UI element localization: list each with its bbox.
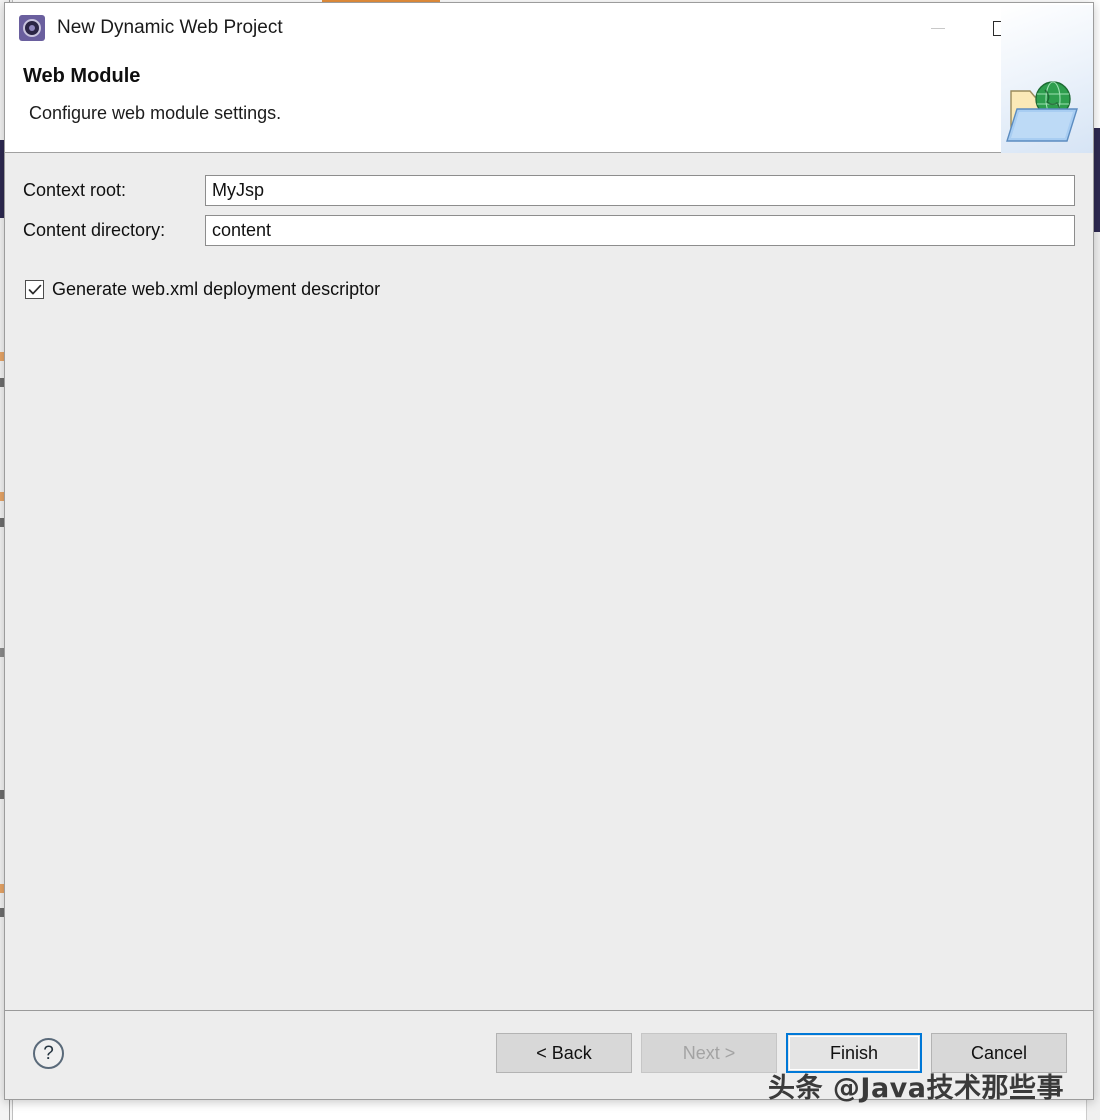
cancel-button[interactable]: Cancel <box>931 1033 1067 1073</box>
context-root-label: Context root: <box>23 180 127 200</box>
minimize-button[interactable] <box>907 3 969 53</box>
context-root-input[interactable] <box>205 175 1075 206</box>
help-glyph: ? <box>43 1042 54 1064</box>
generate-web-xml-checkbox[interactable] <box>25 280 44 299</box>
context-root-row: Context root: <box>23 175 1075 206</box>
generate-web-xml-row[interactable]: Generate web.xml deployment descriptor <box>25 279 380 300</box>
next-button: Next > <box>641 1033 777 1073</box>
dialog-titlebar: New Dynamic Web Project ✕ <box>5 3 1093 53</box>
content-directory-row: Content directory: <box>23 215 1075 246</box>
content-directory-label: Content directory: <box>23 220 166 240</box>
checkmark-icon <box>28 284 41 294</box>
dialog-title: New Dynamic Web Project <box>57 17 283 38</box>
finish-button[interactable]: Finish <box>786 1033 922 1073</box>
page-description: Configure web module settings. <box>29 103 282 123</box>
wizard-content: Context root: Content directory: Generat… <box>5 153 1093 1010</box>
help-icon[interactable]: ? <box>33 1038 64 1069</box>
wizard-header: Web Module Configure web module settings… <box>5 5 1093 153</box>
minimize-icon <box>931 27 945 29</box>
back-button[interactable]: < Back <box>496 1033 632 1073</box>
wizard-button-group: < Back Next > Finish Cancel <box>496 1033 1067 1073</box>
wizard-footer: ? < Back Next > Finish Cancel <box>5 1010 1093 1099</box>
web-module-folder-globe-icon <box>1006 81 1078 142</box>
generate-web-xml-label: Generate web.xml deployment descriptor <box>52 279 381 299</box>
content-directory-input[interactable] <box>205 215 1075 246</box>
eclipse-icon <box>19 15 45 41</box>
wizard-banner <box>1001 5 1093 153</box>
new-dynamic-web-project-dialog: New Dynamic Web Project ✕ Web Module Con… <box>4 2 1094 1100</box>
page-title: Web Module <box>23 65 141 87</box>
